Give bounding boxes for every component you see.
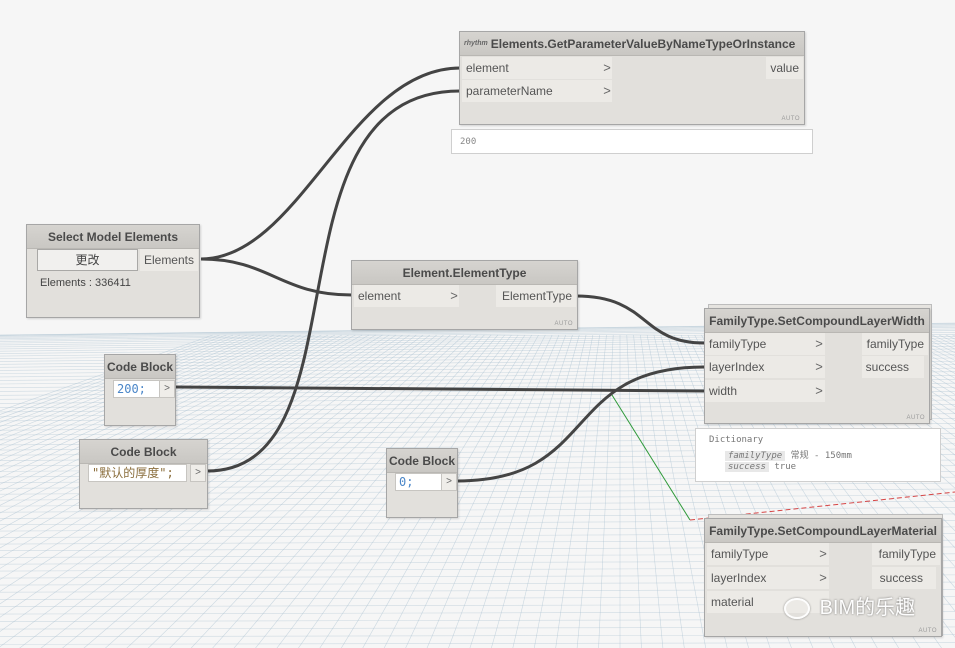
output-port-success[interactable]: success (862, 356, 924, 378)
chevron-right-icon: > (819, 570, 827, 585)
port-label: element (466, 61, 509, 75)
change-selection-button[interactable]: 更改 (37, 249, 138, 271)
output-port-success[interactable]: success (872, 567, 936, 589)
node-title-bar[interactable]: Select Model Elements (27, 225, 199, 249)
input-port-element[interactable]: element > (462, 57, 612, 79)
node-title-bar[interactable]: Element.ElementType (352, 261, 577, 285)
output-port-arrow[interactable]: > (441, 473, 457, 491)
run-mode-label: AUTO (906, 415, 925, 421)
code-editor[interactable]: "默认的厚度"; (88, 464, 187, 482)
output-port-arrow[interactable]: > (159, 380, 175, 398)
run-mode-label: AUTO (918, 628, 937, 634)
output-port-elements[interactable]: Elements (140, 249, 198, 271)
grid-line (555, 334, 600, 648)
port-label: layerIndex (711, 571, 767, 585)
port-label: success (879, 571, 923, 585)
port-label: familyType (878, 547, 936, 561)
node-title: FamilyType.SetCompoundLayerWidth (709, 313, 925, 328)
run-mode-label: AUTO (781, 116, 800, 122)
node-title: Element.ElementType (402, 265, 527, 280)
grid-line (576, 334, 607, 648)
code-editor[interactable]: 0; (395, 473, 444, 491)
node-title-bar[interactable]: Code Block (387, 449, 457, 473)
preview-row: success true (725, 462, 796, 472)
wire-0-to-layerindex (456, 365, 705, 483)
wechat-icon (784, 598, 810, 620)
output-port-elementtype[interactable]: ElementType (496, 285, 576, 307)
node-code-block-200[interactable]: Code Block 200; > (104, 354, 176, 426)
chevron-right-icon: > (815, 336, 823, 351)
output-port-familytype[interactable]: familyType (872, 543, 940, 565)
dictionary-preview: Dictionary familyType 常规 - 150mm success… (695, 428, 941, 482)
node-element-elementtype[interactable]: Element.ElementType element > ElementTyp… (351, 260, 578, 330)
node-title: FamilyType.SetCompoundLayerMaterial (709, 523, 937, 538)
chevron-right-icon: > (815, 359, 823, 374)
node-title-bar[interactable]: Code Block (80, 440, 207, 464)
input-port-layerindex[interactable]: layerIndex > (705, 356, 825, 378)
grid-line (598, 334, 614, 648)
port-label: parameterName (466, 84, 553, 98)
preview-value: 常规 - 150mm (790, 451, 852, 461)
port-label: element (358, 289, 401, 303)
port-label: familyType (866, 337, 924, 351)
node-title: Select Model Elements (47, 229, 179, 244)
input-port-parametername[interactable]: parameterName > (462, 80, 612, 102)
preview-header: Dictionary (709, 435, 764, 445)
port-label: material (711, 595, 754, 609)
preview-key: success (725, 462, 769, 472)
node-title-bar[interactable]: FamilyType.SetCompoundLayerWidth (705, 309, 929, 333)
watch-preview-200: 200 (451, 129, 813, 154)
node-select-model-elements[interactable]: Select Model Elements 更改 Elements Elemen… (26, 224, 200, 318)
output-port-value[interactable]: value (766, 57, 803, 79)
watermark: BIM的乐趣 (784, 591, 915, 620)
input-port-layerindex[interactable]: layerIndex > (707, 567, 829, 589)
z-axis-line (611, 394, 691, 521)
node-title: Code Block (110, 444, 177, 459)
node-title: Elements.GetParameterValueByNameTypeOrIn… (490, 36, 796, 51)
grid-line (0, 642, 955, 645)
node-get-parameter-value[interactable]: rhythm Elements.GetParameterValueByNameT… (459, 31, 805, 125)
selection-status: Elements : 336411 (40, 277, 131, 289)
node-code-block-text[interactable]: Code Block "默认的厚度"; > (79, 439, 208, 509)
input-port-familytype[interactable]: familyType > (707, 543, 829, 565)
rhythm-badge: rhythm (464, 40, 488, 47)
node-title-bar[interactable]: FamilyType.SetCompoundLayerMaterial (705, 519, 941, 543)
input-port-width[interactable]: width > (705, 380, 825, 402)
port-label: layerIndex (709, 360, 765, 374)
input-port-familytype[interactable]: familyType > (705, 333, 825, 355)
preview-value: true (774, 462, 797, 472)
chevron-right-icon: > (450, 288, 458, 303)
port-label: ElementType (501, 289, 572, 303)
output-port-arrow[interactable]: > (190, 464, 206, 482)
port-label: familyType (711, 547, 769, 561)
run-mode-label: AUTO (554, 321, 573, 327)
chevron-right-icon: > (819, 546, 827, 561)
node-title-bar[interactable]: rhythm Elements.GetParameterValueByNameT… (460, 32, 804, 56)
port-label: success (865, 360, 909, 374)
node-code-block-0[interactable]: Code Block 0; > (386, 448, 458, 518)
input-port-element[interactable]: element > (354, 285, 459, 307)
code-editor[interactable]: 200; (113, 380, 162, 398)
preview-row: familyType 常规 - 150mm (725, 448, 852, 461)
node-set-compound-layer-width[interactable]: FamilyType.SetCompoundLayerWidth familyT… (704, 308, 930, 424)
port-label: familyType (709, 337, 767, 351)
watermark-text: BIM的乐趣 (819, 597, 916, 619)
node-title: Code Block (388, 453, 455, 468)
node-title: Code Block (106, 359, 173, 374)
chevron-right-icon: > (603, 60, 611, 75)
wire-elements-to-elementtype (200, 257, 353, 297)
node-title-bar[interactable]: Code Block (105, 355, 175, 379)
output-port-familytype[interactable]: familyType (862, 333, 928, 355)
chevron-right-icon: > (815, 383, 823, 398)
port-label: Elements (143, 253, 194, 267)
preview-key: familyType (725, 451, 786, 461)
port-label: value (770, 61, 799, 75)
preview-value: 200 (460, 137, 477, 147)
port-label: width (709, 384, 738, 398)
chevron-right-icon: > (603, 83, 611, 98)
